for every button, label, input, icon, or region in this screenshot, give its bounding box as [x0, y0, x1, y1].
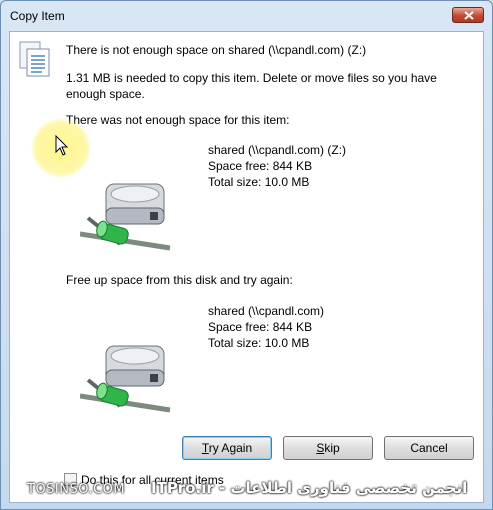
space-free: Space free: 844 KB	[208, 320, 313, 334]
try-again-label: ry Again	[208, 441, 253, 455]
try-again-button[interactable]: Try Again	[182, 436, 272, 460]
total-size: Total size: 10.0 MB	[208, 336, 310, 350]
skip-label: kip	[324, 441, 340, 455]
try-again-accel: T	[201, 441, 209, 455]
total-size: Total size: 10.0 MB	[208, 175, 310, 189]
drive-info-disk: shared (\\cpandl.com) Space free: 844 KB…	[208, 303, 324, 351]
main-message: There is not enough space on shared (\\c…	[66, 43, 367, 57]
title-bar[interactable]: Copy Item	[1, 1, 492, 31]
space-free: Space free: 844 KB	[208, 159, 313, 173]
close-button[interactable]	[452, 7, 484, 23]
watermark-left: TOSINSO.COM	[27, 482, 126, 497]
drive-name: shared (\\cpandl.com) (Z:)	[208, 143, 347, 157]
network-drive-icon	[80, 345, 171, 413]
drive-info-item: shared (\\cpandl.com) (Z:) Space free: 8…	[208, 142, 346, 190]
drive-name: shared (\\cpandl.com)	[208, 304, 325, 318]
watermark-right: انجمن تخصصی فناوری اطلاعات - ITPro.ir	[151, 479, 468, 497]
skip-button[interactable]: Skip	[283, 436, 373, 460]
mouse-pointer-icon	[55, 135, 69, 156]
detail-message: 1.31 MB is needed to copy this item. Del…	[66, 71, 437, 101]
close-icon	[464, 11, 474, 20]
section-heading-free-up: Free up space from this disk and try aga…	[66, 273, 293, 287]
copy-document-icon	[19, 41, 50, 77]
section-heading-item: There was not enough space for this item…	[66, 113, 290, 127]
dialog-content: There is not enough space on shared (\\c…	[9, 31, 484, 503]
cancel-button[interactable]: Cancel	[384, 436, 474, 460]
network-drive-icon	[80, 183, 171, 251]
window-title: Copy Item	[10, 9, 65, 23]
copy-item-dialog: Copy Item There is not enough space on s…	[0, 0, 493, 510]
